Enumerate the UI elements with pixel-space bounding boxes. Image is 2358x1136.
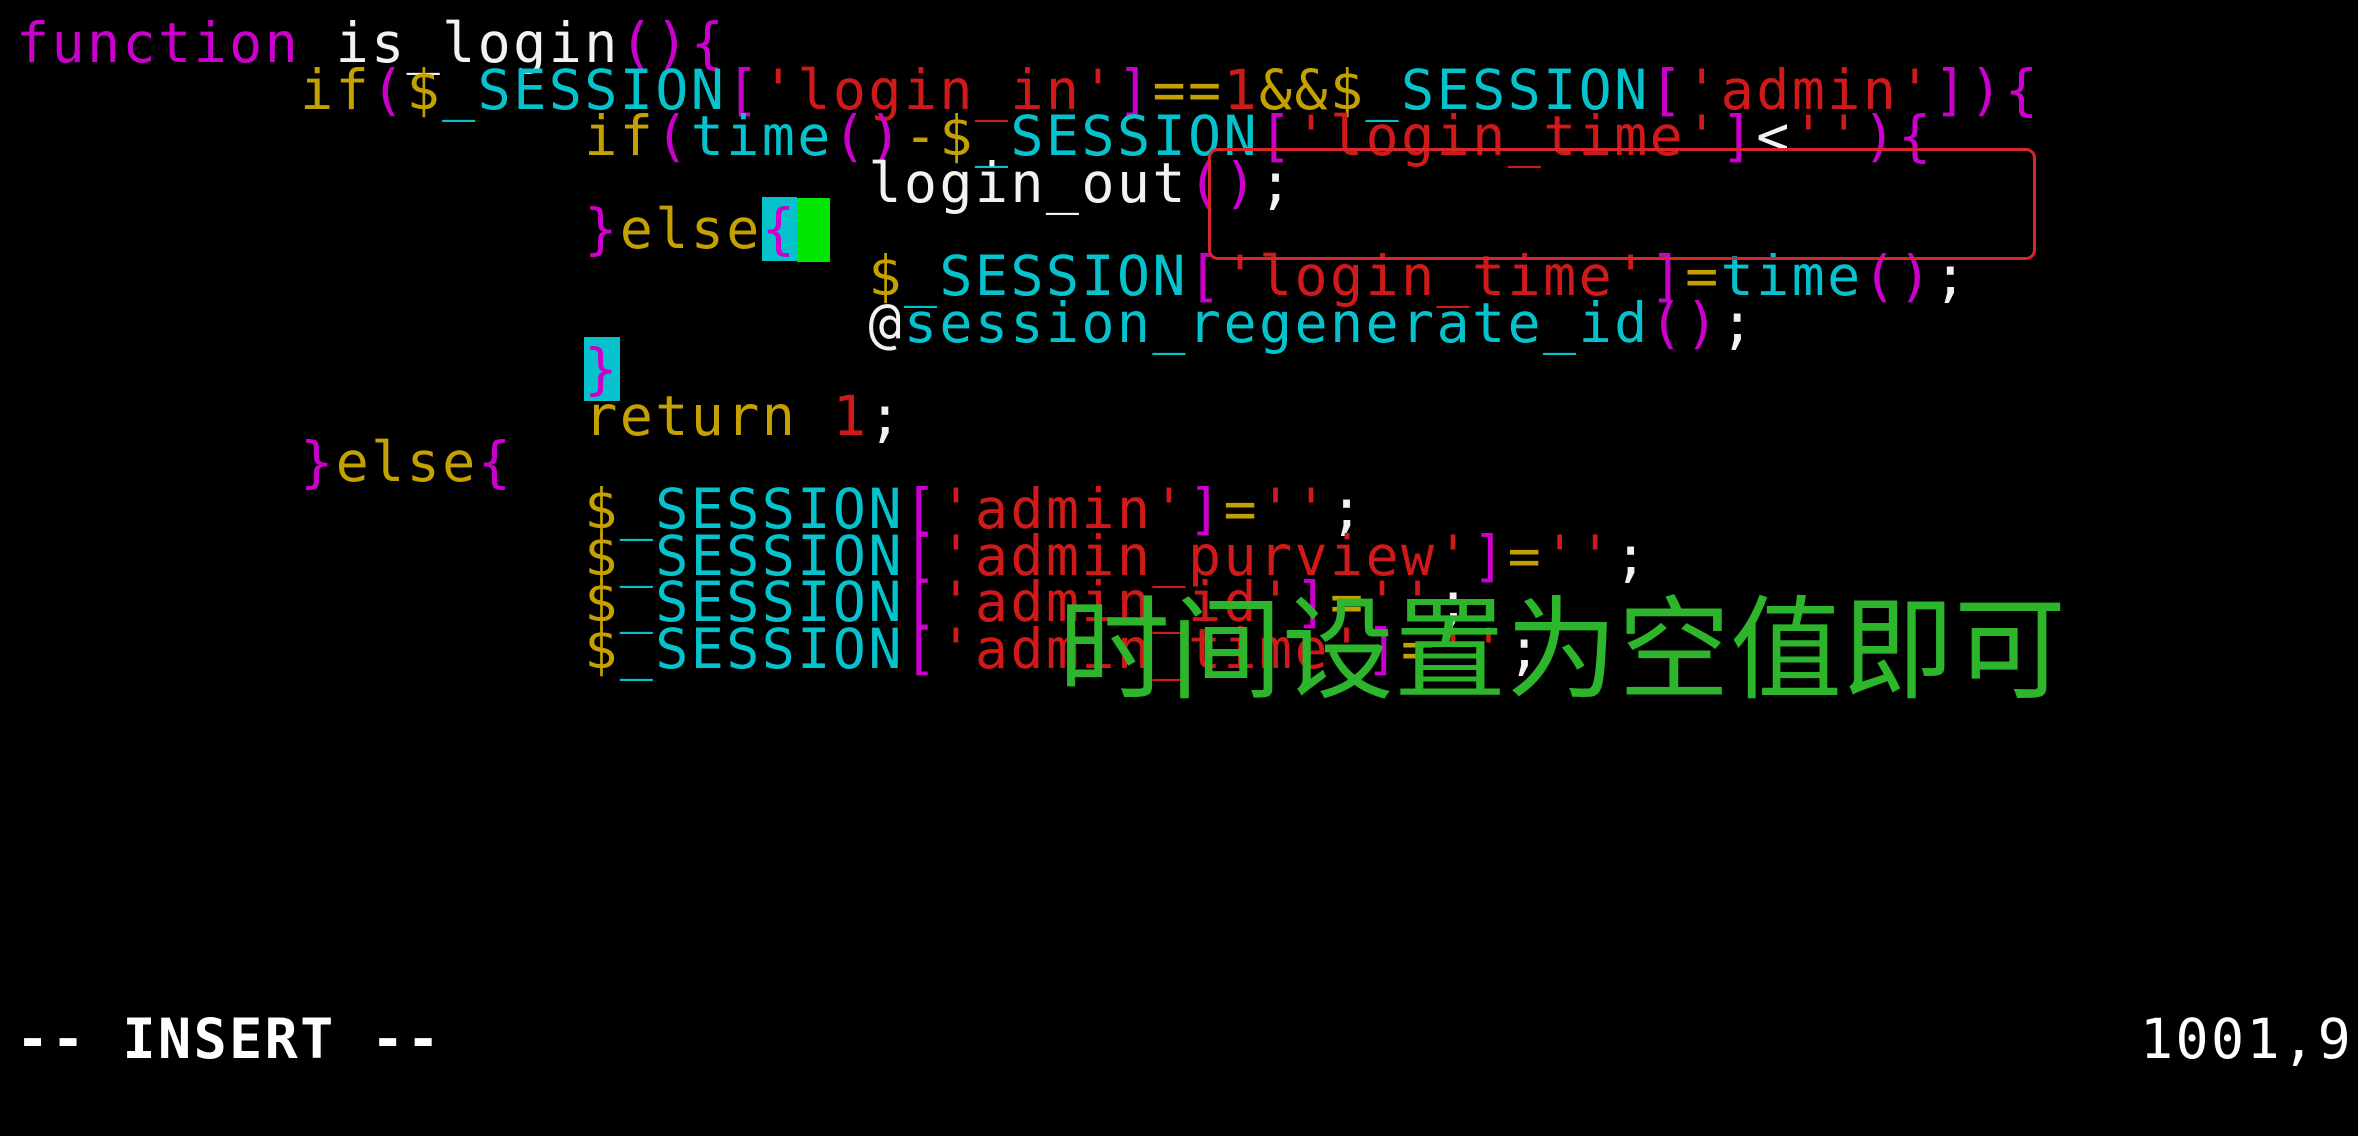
code-token: 1 <box>832 383 869 448</box>
status-bar: -- INSERT -- 1001,9- <box>0 1004 2358 1074</box>
code-token: login_out <box>868 150 1188 215</box>
code-token: () <box>1649 290 1721 355</box>
code-token: _SESSION <box>619 616 904 681</box>
annotation-text: 时间设置为空值即可 <box>1058 586 2066 716</box>
code-token: = <box>1507 523 1544 588</box>
code-token: ]) <box>1933 57 2005 122</box>
code-token: '' <box>1543 523 1615 588</box>
highlight-annotation-box <box>1208 148 2036 260</box>
code-token: ; <box>1720 290 1757 355</box>
code-token: ] <box>1472 523 1508 588</box>
code-token: return <box>584 383 798 448</box>
code-token: ; <box>868 383 904 448</box>
code-token: $ <box>584 616 620 681</box>
code-token: session_regenerate_id <box>903 290 1650 355</box>
code-token: { <box>2004 57 2041 122</box>
vim-editor[interactable]: function is_login(){ if($_SESSION['login… <box>0 0 2358 1136</box>
code-token: @ <box>868 290 904 355</box>
mode-indicator: -- INSERT -- <box>16 1007 443 1071</box>
code-token: [ <box>903 616 940 681</box>
cursor-position-ruler: 1001,9- <box>2140 1007 2358 1071</box>
code-token: ; <box>1614 523 1650 588</box>
